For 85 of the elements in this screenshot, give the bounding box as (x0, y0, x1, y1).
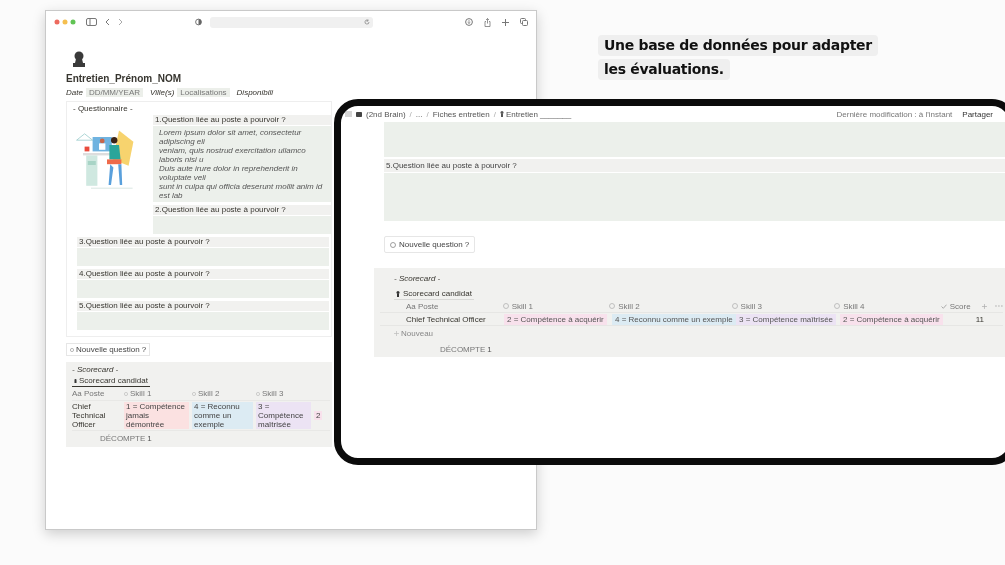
plus-icon (394, 331, 399, 336)
column-header: Skill 1 (511, 301, 534, 311)
forward-icon[interactable] (118, 18, 123, 26)
person-silhouette-icon (74, 378, 77, 383)
address-bar[interactable] (210, 16, 373, 28)
person-silhouette-icon (72, 51, 86, 67)
scorecard-label: - Scorecard - (393, 274, 442, 283)
status-icon (502, 303, 509, 309)
column-header: Skill 2 (618, 301, 640, 311)
property-field[interactable]: DD/MM/YEAR (85, 88, 144, 97)
column-header: Score (949, 301, 971, 311)
new-question-button[interactable]: Nouvelle question ? (66, 343, 151, 356)
shield-icon[interactable] (195, 18, 202, 26)
caption-text: les évaluations. (598, 59, 730, 80)
column-header: Skill 4 (843, 301, 865, 311)
column-header: Skill 3 (740, 301, 762, 311)
share-icon[interactable] (484, 17, 491, 27)
help-icon (390, 241, 396, 248)
question-heading: 2.Question liée au poste à pourvoir ? (153, 205, 331, 215)
question-heading: 4.Question liée au poste à pourvoir ? (77, 269, 329, 279)
rating-tag: 4 = Reconnu comme un exemple (192, 402, 253, 429)
status-icon (609, 303, 616, 309)
window-controls-icon[interactable] (54, 19, 78, 25)
person-silhouette-icon (396, 290, 400, 297)
last-edited-text: Dernière modification : à l'instant (836, 109, 953, 119)
column-header: Skill 2 (198, 389, 220, 398)
answer-text: sunt in culpa qui officia deserunt mollit anim id est lab (159, 182, 324, 200)
question-heading: 3.Question liée au poste à pourvoir ? (77, 237, 329, 247)
status-icon (834, 303, 841, 309)
rating-tag: 2 = Compétence à acquérir (504, 313, 607, 325)
breadcrumb-separator: / (493, 109, 496, 119)
view-tab[interactable]: Scorecard candidat (72, 375, 150, 387)
breadcrumb-link[interactable]: ... (415, 109, 423, 119)
person-silhouette-icon (499, 111, 504, 117)
view-tab[interactable]: Scorecard candidat (394, 288, 474, 300)
section-label: - Questionnaire - (73, 104, 134, 113)
count-label: DÉCOMPTE (100, 434, 146, 443)
download-icon[interactable] (465, 18, 473, 26)
column-header: Aa Poste (406, 301, 439, 311)
table-cell-text: 11 (974, 314, 985, 324)
property-label: Date (66, 88, 83, 97)
check-icon (940, 303, 947, 309)
caption-text: Une base de données pour adapter (598, 35, 878, 56)
property-label: Disponibili (236, 88, 274, 97)
property-label: Ville(s) (150, 88, 175, 97)
sidebar-icon[interactable] (86, 18, 97, 26)
status-icon (124, 391, 128, 396)
rating-tag: 2 (314, 411, 323, 420)
rating-tag: 3 = Compétence maîtrisée (256, 402, 311, 429)
table-cell-text: Chief Technical Officer (405, 314, 487, 324)
rating-tag: 3 = Compétence maîtrisée (736, 313, 837, 325)
breadcrumb-link[interactable]: Entretien _______ (499, 109, 572, 119)
share-button[interactable]: Partager (962, 109, 993, 119)
rating-tag: 2 = Compétence à acquérir (840, 313, 943, 325)
question-heading: 5.Question liée au poste à pourvoir ? (384, 159, 1005, 172)
tabs-icon[interactable] (520, 18, 528, 26)
status-icon (731, 303, 738, 309)
rating-tag: 1 = Compétence jamais démontrée (124, 402, 189, 429)
back-icon[interactable] (105, 18, 110, 26)
scorecard-label: - Scorecard - (72, 365, 120, 374)
help-icon (70, 347, 74, 352)
question-heading: 1.Question liée au poste à pourvoir ? (153, 115, 331, 125)
reload-icon[interactable] (364, 19, 370, 25)
breadcrumb-link[interactable]: Fiches entretien (432, 109, 490, 119)
add-column-icon[interactable] (982, 303, 988, 309)
count-value: 1 (487, 345, 492, 354)
new-question-button[interactable]: Nouvelle question ? (384, 236, 476, 253)
status-icon (256, 391, 260, 396)
answer-text: veniam, quis nostrud exercitation ullamco laboris nisi u (159, 146, 307, 164)
status-icon (192, 391, 196, 396)
table-cell-text: Chief Technical Officer (72, 402, 107, 429)
page-title: Entretien_Prénom_NOM (66, 73, 183, 85)
breadcrumb-separator: / (426, 109, 429, 119)
breadcrumb-link[interactable]: (2nd Brain) (366, 109, 406, 119)
column-header: Aa Poste (72, 389, 105, 398)
count-value: 1 (147, 434, 152, 443)
rating-tag: 4 = Reconnu comme un exemple (612, 313, 736, 325)
property-field[interactable]: Localisations (177, 88, 230, 97)
question-heading: 5.Question liée au poste à pourvoir ? (77, 301, 329, 311)
breadcrumb-separator: / (409, 109, 412, 119)
column-header: Skill 3 (262, 389, 284, 398)
column-header: Skill 1 (130, 389, 152, 398)
folder-icon (356, 111, 362, 117)
plus-icon[interactable] (502, 18, 509, 26)
count-label: DÉCOMPTE (440, 345, 486, 354)
